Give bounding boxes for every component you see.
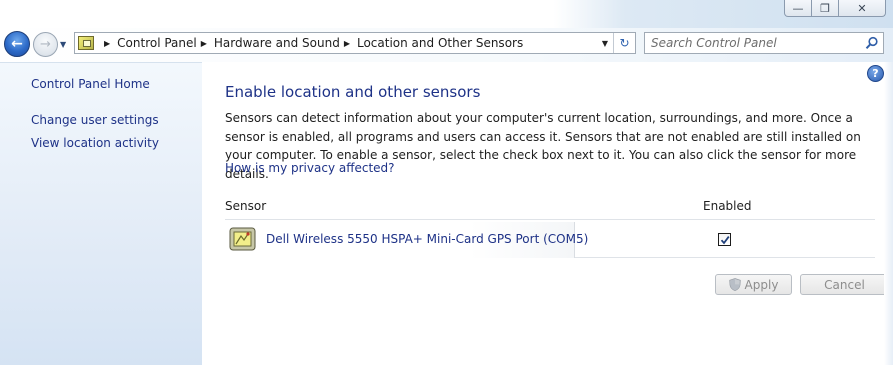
- recent-pages-dropdown[interactable]: ▼: [60, 40, 70, 50]
- close-icon: ✕: [857, 1, 867, 15]
- sidebar: Control Panel Home Change user settings …: [0, 62, 202, 365]
- close-button[interactable]: ✕: [839, 0, 886, 17]
- apply-button[interactable]: Apply: [715, 274, 792, 295]
- sensor-row: Dell Wireless 5550 HSPA+ Mini-Card GPS P…: [225, 222, 875, 258]
- cancel-button-label: Cancel: [824, 277, 865, 292]
- cancel-button[interactable]: Cancel: [800, 274, 889, 295]
- page-title: Enable location and other sensors: [225, 83, 481, 101]
- minimize-icon: —: [792, 1, 804, 15]
- window-right-edge: [884, 62, 893, 365]
- uac-shield-icon: [728, 278, 741, 291]
- maximize-button[interactable]: ❐: [812, 0, 839, 17]
- back-arrow-icon: ←: [11, 36, 23, 52]
- gps-device-icon: [229, 227, 256, 251]
- breadcrumb-location-and-other-sensors[interactable]: Location and Other Sensors: [357, 36, 523, 50]
- main-content: ? Enable location and other sensors Sens…: [203, 62, 893, 365]
- refresh-icon[interactable]: ↻: [613, 33, 635, 53]
- breadcrumb-arrow-icon[interactable]: ▶: [104, 39, 110, 48]
- sensor-name-link[interactable]: Dell Wireless 5550 HSPA+ Mini-Card GPS P…: [266, 232, 588, 246]
- sidebar-item-control-panel-home[interactable]: Control Panel Home: [31, 77, 150, 91]
- back-button[interactable]: ←: [4, 31, 30, 57]
- sidebar-item-change-user-settings[interactable]: Change user settings: [31, 113, 159, 127]
- search-input[interactable]: [651, 36, 861, 50]
- breadcrumb-arrow-icon[interactable]: ▶: [201, 39, 207, 48]
- apply-button-label: Apply: [744, 277, 779, 292]
- chevron-down-icon: ▼: [60, 40, 67, 49]
- checkmark-icon: [720, 235, 730, 244]
- forward-arrow-icon: →: [40, 37, 51, 52]
- control-panel-icon: [78, 36, 94, 50]
- search-icon[interactable]: [865, 36, 879, 50]
- privacy-link[interactable]: How is my privacy affected?: [225, 161, 395, 175]
- breadcrumb-arrow-icon[interactable]: ▶: [344, 39, 350, 48]
- caption-buttons: — ❐ ✕: [784, 0, 886, 17]
- help-icon[interactable]: ?: [867, 65, 884, 82]
- window-titlebar: — ❐ ✕: [0, 0, 893, 28]
- address-dropdown-icon[interactable]: ▼: [597, 33, 613, 53]
- breadcrumb-hardware-and-sound[interactable]: Hardware and Sound: [214, 36, 340, 50]
- forward-button[interactable]: →: [33, 32, 58, 57]
- maximize-icon: ❐: [820, 1, 830, 15]
- sidebar-item-view-location-activity[interactable]: View location activity: [31, 136, 159, 150]
- navigation-bar: ← → ▼ ▶ Control Panel ▶ Hardware and Sou…: [0, 28, 893, 62]
- minimize-button[interactable]: —: [784, 0, 812, 17]
- sensor-cell[interactable]: Dell Wireless 5550 HSPA+ Mini-Card GPS P…: [225, 222, 588, 258]
- column-header-enabled: Enabled: [703, 199, 752, 213]
- breadcrumb-control-panel[interactable]: Control Panel: [117, 36, 197, 50]
- column-header-sensor: Sensor: [225, 199, 267, 213]
- address-bar[interactable]: ▶ Control Panel ▶ Hardware and Sound ▶ L…: [74, 32, 636, 54]
- search-box: [644, 32, 884, 54]
- header-divider: [225, 219, 875, 220]
- sensor-enabled-checkbox[interactable]: [718, 233, 731, 246]
